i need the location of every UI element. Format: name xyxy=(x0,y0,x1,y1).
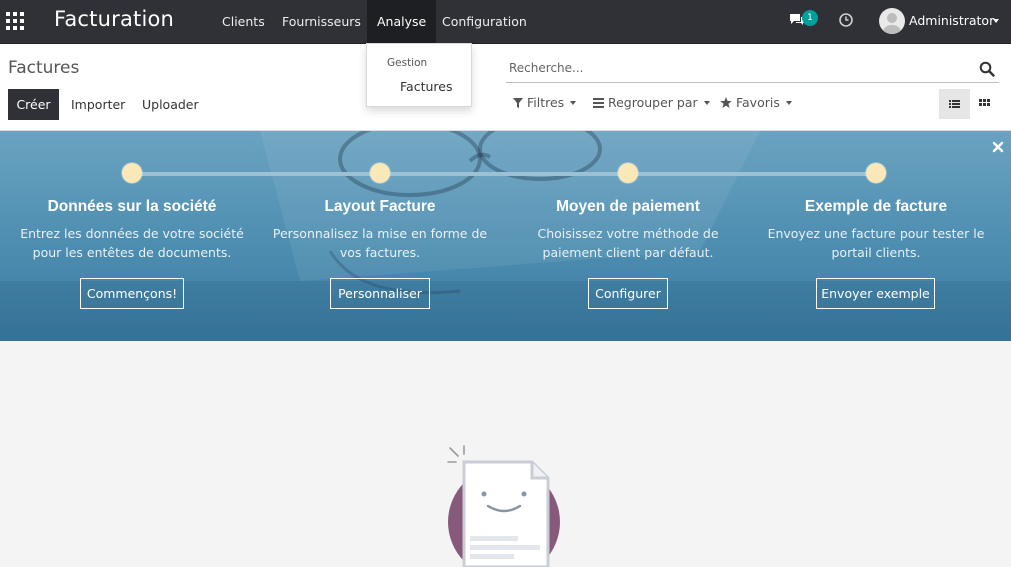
menu-clients[interactable]: Clients xyxy=(212,0,275,43)
filters-button[interactable]: Filtres xyxy=(513,95,577,110)
kanban-grid-icon xyxy=(979,99,990,106)
favorites-caret-icon xyxy=(785,101,792,105)
import-button[interactable]: Importer xyxy=(71,89,125,120)
menu-fournisseurs[interactable]: Fournisseurs xyxy=(272,0,371,43)
clock-icon[interactable] xyxy=(838,12,854,28)
step-invoice-layout: Layout Facture Personnalisez la mise en … xyxy=(256,131,504,341)
filters-caret-icon xyxy=(570,101,577,105)
upload-button[interactable]: Uploader xyxy=(142,89,199,120)
bars-icon xyxy=(593,98,604,108)
user-caret-icon[interactable] xyxy=(993,19,999,23)
menu-analyse[interactable]: Analyse xyxy=(367,0,437,43)
user-menu-name[interactable]: Administrator xyxy=(909,13,994,28)
user-silhouette-icon xyxy=(883,13,901,34)
step-description-line: Envoyez une facture pour tester le xyxy=(767,226,985,241)
step-description-line: paiement client par défaut. xyxy=(542,245,714,260)
step-title: Exemple de facture xyxy=(804,198,948,215)
step-payment-method: Moyen de paiement Choisissez votre métho… xyxy=(504,131,752,341)
create-button[interactable]: Créer xyxy=(8,89,59,120)
top-navbar: Facturation Clients Fournisseurs Analyse… xyxy=(0,0,1011,44)
step-company-data: Données sur la société Entrez les donnée… xyxy=(8,131,256,341)
groupby-caret-icon xyxy=(703,101,710,105)
step-description-line: pour les entêtes de documents. xyxy=(32,245,232,260)
onboarding-banner: Données sur la société Entrez les donnée… xyxy=(0,131,1011,341)
close-icon[interactable] xyxy=(992,141,1004,153)
filter-funnel-icon xyxy=(513,98,523,108)
kanban-view-button[interactable] xyxy=(970,89,1001,119)
step-sample-invoice: Exemple de facture Envoyez une facture p… xyxy=(752,131,1000,341)
step-description-line: Choisissez votre méthode de xyxy=(537,226,719,241)
list-view-button[interactable] xyxy=(939,89,970,119)
star-icon xyxy=(720,97,732,108)
step-title: Données sur la société xyxy=(47,198,217,215)
filters-label: Filtres xyxy=(526,95,565,110)
step-description: Personnalisez la mise en forme de vos fa… xyxy=(256,224,504,262)
dropdown-item-factures[interactable]: Factures xyxy=(400,79,452,94)
search-icon[interactable] xyxy=(979,61,995,77)
favorites-label: Favoris xyxy=(735,95,780,110)
groupby-label: Regrouper par xyxy=(607,95,698,110)
step-description-line: Entrez les données de votre société xyxy=(20,226,244,241)
step-description-line: vos factures. xyxy=(339,245,421,260)
step-title: Layout Facture xyxy=(324,198,436,215)
analyse-dropdown-menu: Gestion Factures xyxy=(366,43,472,107)
dropdown-header-gestion: Gestion xyxy=(387,57,428,69)
configure-payment-button[interactable]: Configurer xyxy=(588,278,668,309)
empty-invoice-illustration xyxy=(447,445,560,567)
list-view-icon xyxy=(949,100,960,108)
menu-configuration[interactable]: Configuration xyxy=(432,0,537,43)
apps-grid-icon[interactable] xyxy=(6,12,24,30)
start-company-button[interactable]: Commençons! xyxy=(80,278,184,309)
search-input[interactable] xyxy=(506,56,962,80)
breadcrumb: Factures xyxy=(8,58,80,78)
step-description-line: portail clients. xyxy=(831,245,921,260)
favorites-button[interactable]: Favoris xyxy=(720,95,792,110)
customize-layout-button[interactable]: Personnaliser xyxy=(330,278,430,309)
step-description-line: Personnalisez la mise en forme de xyxy=(272,226,488,241)
step-title: Moyen de paiement xyxy=(556,198,700,215)
search-box xyxy=(506,56,999,83)
control-panel: Factures Créer Importer Uploader Filtres… xyxy=(0,44,1011,131)
user-avatar[interactable] xyxy=(879,8,905,34)
step-description: Choisissez votre méthode de paiement cli… xyxy=(504,224,752,262)
app-brand-title: Facturation xyxy=(54,7,175,31)
notification-badge: 1 xyxy=(802,10,818,26)
send-sample-button[interactable]: Envoyer exemple xyxy=(816,278,935,309)
step-description: Entrez les données de votre société pour… xyxy=(8,224,256,262)
step-description: Envoyez une facture pour tester le porta… xyxy=(752,224,1000,262)
groupby-button[interactable]: Regrouper par xyxy=(593,95,710,110)
